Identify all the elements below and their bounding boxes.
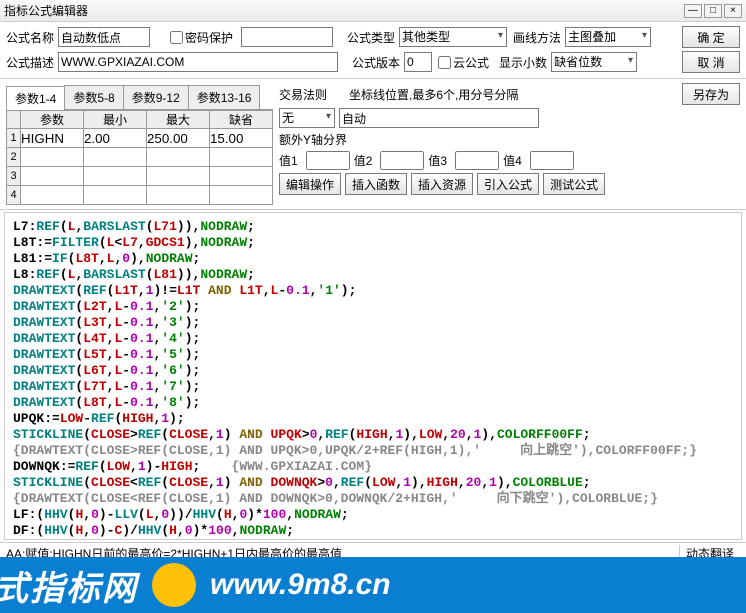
table-row: 3 <box>7 167 273 186</box>
banner-zh: 式指标网 <box>0 561 138 610</box>
banner-url: www.9m8.cn <box>210 568 391 602</box>
maximize-button[interactable]: □ <box>704 4 722 18</box>
right-col: 交易法则 坐标线位置,最多6个,用分号分隔 另存为 无 额外Y轴分界 值1 值2… <box>279 83 740 205</box>
cell-input[interactable] <box>210 129 272 147</box>
tab-params-13-16[interactable]: 参数13-16 <box>188 85 261 109</box>
banner: 式指标网 www.9m8.cn <box>0 557 746 613</box>
none-select[interactable]: 无 <box>279 108 335 128</box>
tab-params-5-8[interactable]: 参数5-8 <box>64 85 123 109</box>
cell-input[interactable] <box>84 167 146 185</box>
table-row: 4 <box>7 186 273 205</box>
cell-input[interactable] <box>147 148 209 166</box>
minimize-button[interactable]: — <box>684 4 702 18</box>
cell-input[interactable] <box>21 167 83 185</box>
insert-res-button[interactable]: 插入资源 <box>411 173 473 195</box>
cell-input[interactable] <box>21 186 83 204</box>
desc-input[interactable] <box>58 52 338 72</box>
th-def: 缺省 <box>210 111 273 129</box>
cell-input[interactable] <box>21 148 83 166</box>
cloud-label: 云公式 <box>453 54 489 71</box>
banner-logo-icon <box>152 563 196 607</box>
dec-label: 显示小数 <box>499 54 547 71</box>
test-formula-button[interactable]: 测试公式 <box>543 173 605 195</box>
val2-input[interactable] <box>380 151 424 170</box>
window-buttons: — □ × <box>684 4 742 18</box>
val4-label: 值4 <box>503 152 522 169</box>
cell-input[interactable] <box>210 186 272 204</box>
val1-label: 值1 <box>279 152 298 169</box>
code-editor[interactable]: L7:REF(L,BARSLAST(L71)),NODRAW; L8T:=FIL… <box>4 212 742 540</box>
cell-input[interactable] <box>84 129 146 147</box>
password-input[interactable] <box>241 27 333 47</box>
dec-select[interactable]: 缺省位数 <box>551 52 637 72</box>
titlebar: 指标公式编辑器 — □ × <box>0 0 746 22</box>
cell-input[interactable] <box>210 167 272 185</box>
ver-input[interactable] <box>404 52 432 72</box>
cell-input[interactable] <box>147 129 209 147</box>
coord-label: 坐标线位置,最多6个,用分号分隔 <box>349 86 518 103</box>
auto-input[interactable] <box>339 108 539 128</box>
cell-input[interactable] <box>147 167 209 185</box>
th-param: 参数 <box>21 111 84 129</box>
password-label: 密码保护 <box>185 29 233 46</box>
name-input[interactable] <box>58 27 150 47</box>
saveas-button[interactable]: 另存为 <box>682 83 740 105</box>
val4-input[interactable] <box>530 151 574 170</box>
cell-input[interactable] <box>210 148 272 166</box>
ok-button[interactable]: 确 定 <box>682 26 740 48</box>
tab-params-1-4[interactable]: 参数1-4 <box>6 86 65 110</box>
draw-label: 画线方法 <box>513 29 561 46</box>
draw-select[interactable]: 主图叠加 <box>565 27 651 47</box>
param-tabs: 参数1-4 参数5-8 参数9-12 参数13-16 <box>6 85 273 110</box>
form-area: 公式名称 密码保护 公式类型 其他类型 画线方法 主图叠加 确 定 公式描述 公… <box>0 22 746 79</box>
th-max: 最大 <box>147 111 210 129</box>
edit-ops-button[interactable]: 编辑操作 <box>279 173 341 195</box>
extra-y-label: 额外Y轴分界 <box>279 131 347 148</box>
tab-params-9-12[interactable]: 参数9-12 <box>123 85 189 109</box>
password-checkbox[interactable] <box>170 31 183 44</box>
lower-area: 参数1-4 参数5-8 参数9-12 参数13-16 参数 最小 最大 缺省 1… <box>0 79 746 210</box>
ver-label: 公式版本 <box>352 54 400 71</box>
cell-input[interactable] <box>84 148 146 166</box>
table-row: 1 <box>7 129 273 148</box>
insert-func-button[interactable]: 插入函数 <box>345 173 407 195</box>
toolbar: 编辑操作 插入函数 插入资源 引入公式 测试公式 <box>279 173 740 195</box>
left-col: 参数1-4 参数5-8 参数9-12 参数13-16 参数 最小 最大 缺省 1… <box>6 83 273 205</box>
close-button[interactable]: × <box>724 4 742 18</box>
val1-input[interactable] <box>306 151 350 170</box>
cell-input[interactable] <box>21 129 83 147</box>
desc-label: 公式描述 <box>6 54 54 71</box>
window-title: 指标公式编辑器 <box>4 2 684 19</box>
th-min: 最小 <box>84 111 147 129</box>
import-formula-button[interactable]: 引入公式 <box>477 173 539 195</box>
cell-input[interactable] <box>147 186 209 204</box>
cell-input[interactable] <box>84 186 146 204</box>
cancel-button[interactable]: 取 消 <box>682 51 740 73</box>
type-label: 公式类型 <box>347 29 395 46</box>
name-label: 公式名称 <box>6 29 54 46</box>
trade-label: 交易法则 <box>279 86 327 103</box>
table-row: 2 <box>7 148 273 167</box>
val3-label: 值3 <box>428 152 447 169</box>
cloud-checkbox[interactable] <box>438 56 451 69</box>
val2-label: 值2 <box>354 152 373 169</box>
type-select[interactable]: 其他类型 <box>399 27 507 47</box>
param-table: 参数 最小 最大 缺省 1 2 3 4 <box>6 110 273 205</box>
val3-input[interactable] <box>455 151 499 170</box>
